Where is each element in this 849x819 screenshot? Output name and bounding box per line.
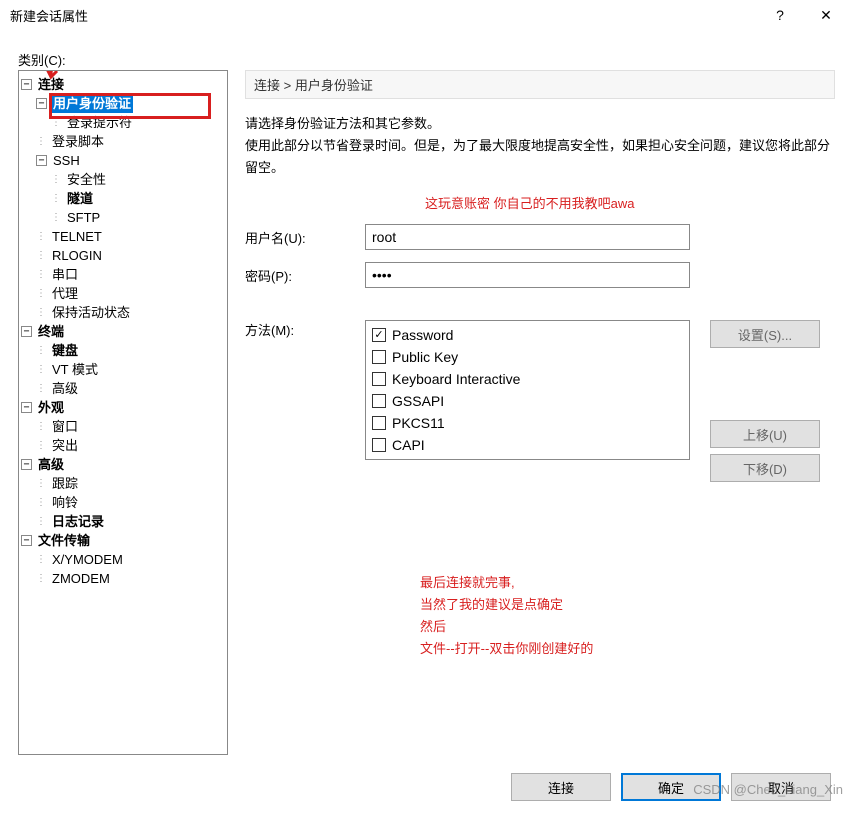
method-item-keyboard[interactable]: Keyboard Interactive [372,368,683,390]
method-item-capi[interactable]: CAPI [372,434,683,456]
tree-node-login-prompt[interactable]: ⋮登录提示符 [21,113,225,132]
help-button[interactable]: ? [757,0,803,30]
tree-node-security[interactable]: ⋮安全性 [21,170,225,189]
tree-node-zmodem[interactable]: ⋮ZMODEM [21,569,225,588]
method-listbox[interactable]: ✓Password Public Key Keyboard Interactiv… [365,320,690,460]
tree-node-telnet[interactable]: ⋮TELNET [21,227,225,246]
method-item-password[interactable]: ✓Password [372,324,683,346]
tree-node-advanced[interactable]: −高级 [21,455,225,474]
checkbox-icon[interactable] [372,350,386,364]
content-panel: 连接 > 用户身份验证 请选择身份验证方法和其它参数。 使用此部分以节省登录时间… [245,70,835,660]
tree-node-rlogin[interactable]: ⋮RLOGIN [21,246,225,265]
checkbox-icon[interactable] [372,372,386,386]
tree-node-proxy[interactable]: ⋮代理 [21,284,225,303]
method-label: 方法(M): [245,320,365,339]
tree-node-keyboard[interactable]: ⋮键盘 [21,341,225,360]
collapse-icon[interactable]: − [21,326,32,337]
method-item-gssapi[interactable]: GSSAPI [372,390,683,412]
checkbox-icon[interactable] [372,394,386,408]
tree-node-bell[interactable]: ⋮响铃 [21,493,225,512]
tree-node-vtmode[interactable]: ⋮VT 模式 [21,360,225,379]
tree-node-trace[interactable]: ⋮跟踪 [21,474,225,493]
collapse-icon[interactable]: − [21,459,32,470]
tree-node-window[interactable]: ⋮窗口 [21,417,225,436]
collapse-icon[interactable]: − [21,402,32,413]
collapse-icon[interactable]: − [36,155,47,166]
tree-node-tunnel[interactable]: ⋮隧道 [21,189,225,208]
tree-node-sftp[interactable]: ⋮SFTP [21,208,225,227]
method-item-pkcs11[interactable]: PKCS11 [372,412,683,434]
collapse-icon[interactable]: − [21,535,32,546]
checkbox-checked-icon[interactable]: ✓ [372,328,386,342]
movedown-button[interactable]: 下移(D) [710,454,820,482]
tree-node-serial[interactable]: ⋮串口 [21,265,225,284]
collapse-icon[interactable]: − [36,98,47,109]
tree-node-logging[interactable]: ⋮日志记录 [21,512,225,531]
annotation-text-2: 最后连接就完事, 当然了我的建议是点确定 然后 文件--打开--双击你刚创建好的 [420,572,835,660]
collapse-icon[interactable]: − [21,79,32,90]
tree-node-login-script[interactable]: ⋮登录脚本 [21,132,225,151]
tree-node-xymodem[interactable]: ⋮X/YMODEM [21,550,225,569]
window-title: 新建会话属性 [10,6,757,25]
connect-button[interactable]: 连接 [511,773,611,801]
username-label: 用户名(U): [245,228,365,247]
tree-node-appearance[interactable]: −外观 [21,398,225,417]
titlebar: 新建会话属性 ? ✕ [0,0,849,30]
tree-node-highlight[interactable]: ⋮突出 [21,436,225,455]
close-button[interactable]: ✕ [803,0,849,30]
tree-node-filetransfer[interactable]: −文件传输 [21,531,225,550]
method-item-publickey[interactable]: Public Key [372,346,683,368]
category-label: 类别(C): [18,50,66,69]
moveup-button[interactable]: 上移(U) [710,420,820,448]
annotation-arrow-icon [43,70,73,83]
watermark-text: CSDN @Chen_Liang_Xin [693,782,843,797]
tree-node-advanced-term[interactable]: ⋮高级 [21,379,225,398]
breadcrumb: 连接 > 用户身份验证 [245,70,835,99]
category-tree: −连接 −用户身份验证 ⋮登录提示符 ⋮登录脚本 −SSH ⋮安全性 ⋮隧道 ⋮… [18,70,228,755]
password-input[interactable] [365,262,690,288]
settings-button[interactable]: 设置(S)... [710,320,820,348]
description-text: 请选择身份验证方法和其它参数。 使用此部分以节省登录时间。但是，为了最大限度地提… [245,113,835,179]
tree-node-ssh[interactable]: −SSH [21,151,225,170]
tree-node-terminal[interactable]: −终端 [21,322,225,341]
checkbox-icon[interactable] [372,416,386,430]
checkbox-icon[interactable] [372,438,386,452]
annotation-text-1: 这玩意账密 你自己的不用我教吧awa [425,193,835,212]
tree-node-keepalive[interactable]: ⋮保持活动状态 [21,303,225,322]
password-label: 密码(P): [245,266,365,285]
username-input[interactable] [365,224,690,250]
tree-node-auth[interactable]: −用户身份验证 [21,94,225,113]
